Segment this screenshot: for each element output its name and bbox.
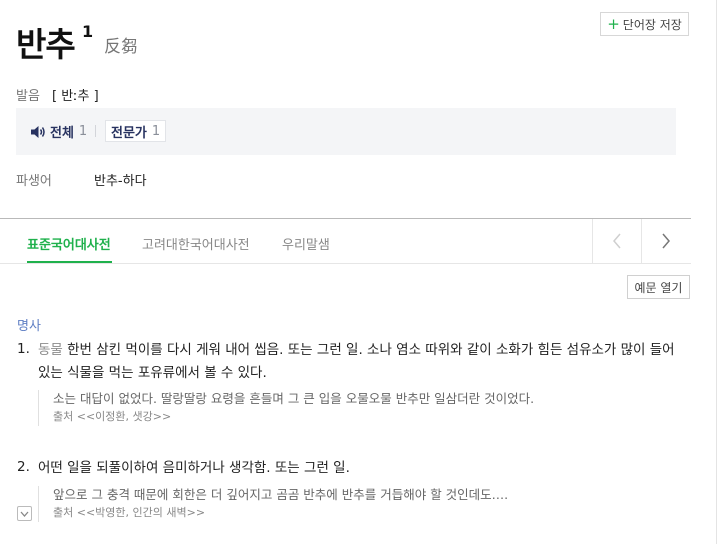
definition-text: 한번 삼킨 먹이를 다시 게워 내어 씹음. 또는 그런 일. 소나 염소 따위…	[38, 342, 675, 381]
expand-examples-toggle[interactable]	[17, 506, 32, 521]
chevron-down-icon	[20, 511, 29, 517]
example-block: 앞으로 그 충격 때문에 회한은 더 깊어지고 곰곰 반추에 반추를 거듭해야 …	[38, 486, 678, 522]
open-examples-button[interactable]: 예문 열기	[627, 275, 690, 299]
chevron-left-icon	[613, 233, 621, 249]
headword: 반추	[16, 25, 76, 64]
pronunciation-value: [ 반ː추 ]	[52, 89, 99, 104]
pronunciation-label: 발음	[16, 89, 40, 104]
expert-pronunciation-button[interactable]: 전문가 1	[105, 120, 167, 142]
example-sentence: 소는 대답이 없었다. 딸랑딸랑 요령을 흔들며 그 큰 입을 오물오물 반추만…	[53, 391, 535, 406]
next-tab-button[interactable]	[641, 219, 690, 263]
divider	[95, 125, 96, 137]
field-tag: 동물	[38, 342, 63, 358]
tabs-bottom-border	[0, 263, 691, 264]
pronunciation-expert-count: 1	[151, 123, 161, 139]
play-all-pronunciation-button[interactable]: 전체 1	[30, 122, 87, 141]
save-to-wordbook-label: 단어장 저장	[622, 17, 682, 32]
example-block: 소는 대답이 없었다. 딸랑딸랑 요령을 흔들며 그 큰 입을 오물오물 반추만…	[38, 390, 678, 426]
speaker-icon	[31, 125, 45, 138]
sense-number: 2.	[17, 459, 30, 475]
tab-standard-dictionary[interactable]: 표준국어대사전	[27, 234, 111, 253]
sense-number: 1.	[17, 341, 30, 357]
tabs-top-border	[0, 218, 691, 219]
tab-korea-univ-dictionary[interactable]: 고려대한국어대사전	[142, 234, 250, 253]
definition-text: 어떤 일을 되풀이하여 음미하거나 생각함. 또는 그런 일.	[38, 460, 350, 476]
sense-definition: 어떤 일을 되풀이하여 음미하거나 생각함. 또는 그런 일.	[38, 457, 690, 480]
hanja: 反芻	[104, 37, 138, 57]
page-right-border	[716, 0, 717, 544]
example-source: 출처 <<박영한, 인간의 새벽>>	[53, 506, 206, 519]
example-source: 출처 <<이정환, 샛강>>	[53, 410, 172, 423]
active-tab-indicator	[27, 261, 112, 263]
save-to-wordbook-button[interactable]: + 단어장 저장	[600, 12, 689, 36]
pronunciation-all-count: 1	[78, 124, 88, 139]
derivative-label: 파생어	[16, 174, 52, 189]
pronunciation-audio-box: 전체 1 전문가 1	[16, 108, 676, 155]
sense-definition: 동물 한번 삼킨 먹이를 다시 게워 내어 씹음. 또는 그런 일. 소나 염소…	[38, 339, 690, 385]
tab-urimalsaem[interactable]: 우리말샘	[282, 234, 330, 253]
derivative-link[interactable]: 반추-하다	[94, 170, 147, 189]
part-of-speech: 명사	[17, 319, 41, 334]
plus-icon: +	[607, 14, 620, 33]
prev-tab-button[interactable]	[592, 219, 641, 263]
pronunciation-expert-label: 전문가	[111, 125, 147, 141]
example-sentence: 앞으로 그 충격 때문에 회한은 더 깊어지고 곰곰 반추에 반추를 거듭해야 …	[53, 487, 509, 502]
homonym-number: 1	[82, 22, 94, 41]
chevron-right-icon	[662, 233, 670, 249]
pronunciation-all-label: 전체	[50, 126, 74, 141]
